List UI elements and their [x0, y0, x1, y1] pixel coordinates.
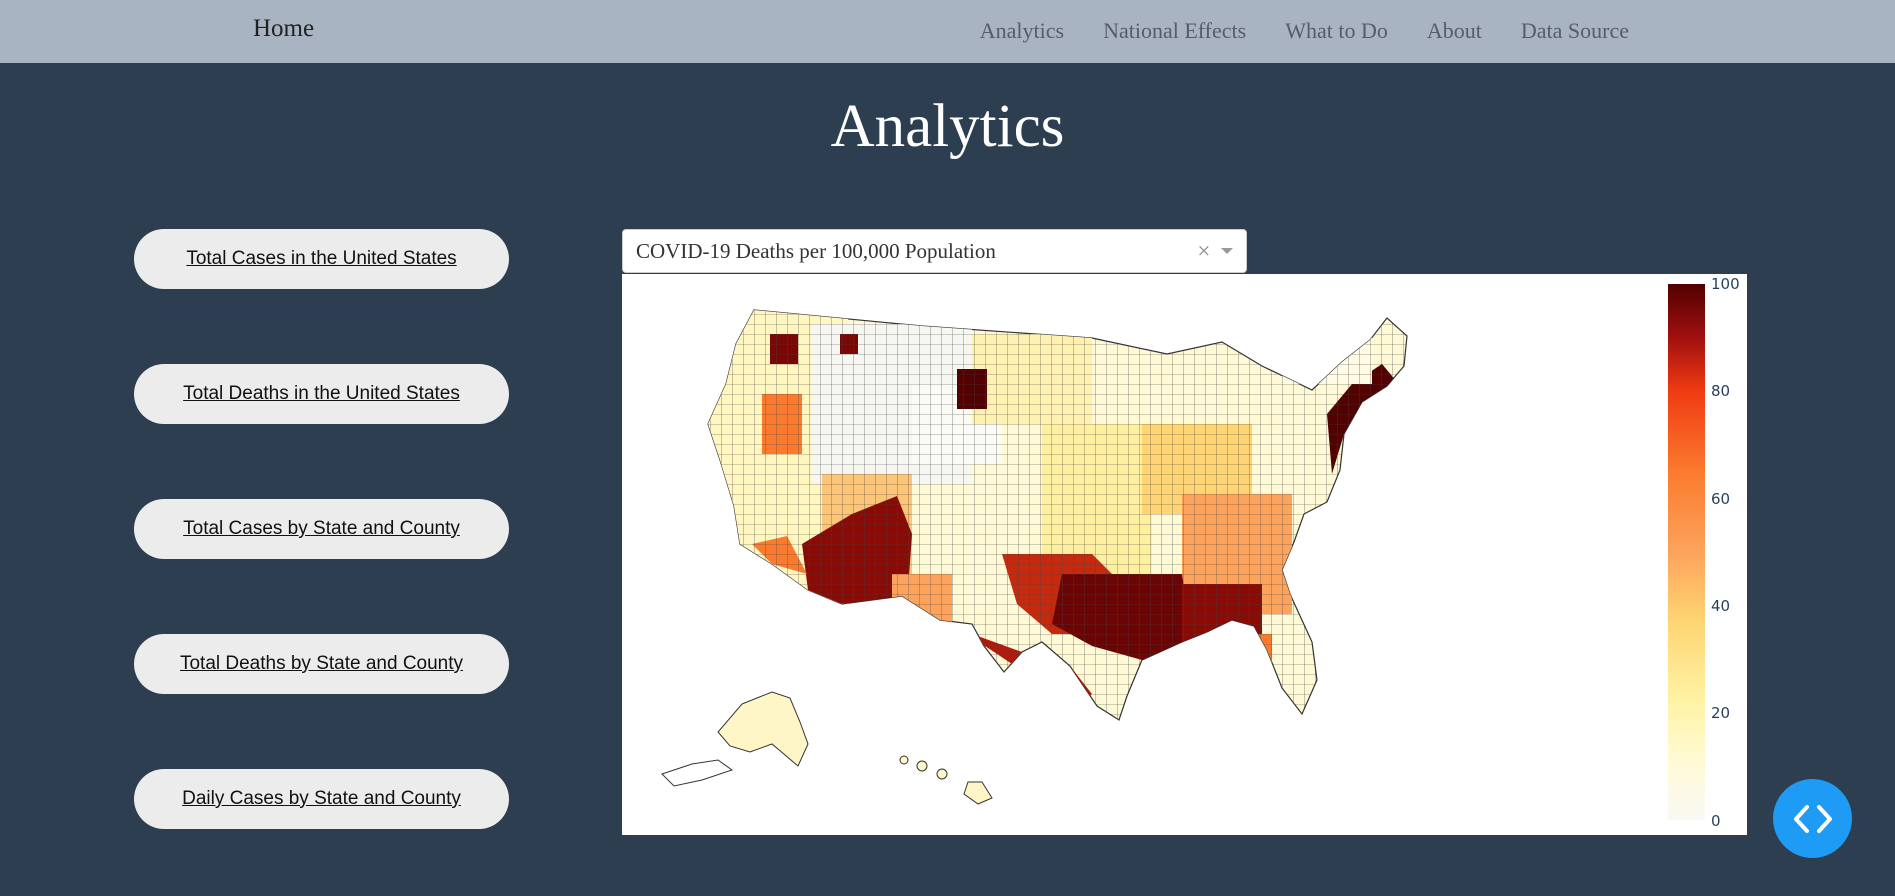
total-cases-us-link[interactable]: Total Cases in the United States	[186, 248, 456, 270]
clear-icon[interactable]: ×	[1197, 241, 1211, 261]
total-deaths-us-link[interactable]: Total Deaths in the United States	[183, 383, 460, 405]
nav-link-what-to-do[interactable]: What to Do	[1285, 18, 1388, 44]
hawaii-shape	[899, 755, 993, 805]
alaska-shape	[717, 691, 809, 767]
total-deaths-us-button[interactable]: Total Deaths in the United States	[134, 364, 509, 424]
colorbar-tick-80: 80	[1711, 382, 1731, 400]
choropleth-map-panel[interactable]: 100 80 60 40 20 0	[622, 274, 1747, 835]
colorbar-tick-0: 0	[1711, 812, 1721, 830]
total-cases-us-button[interactable]: Total Cases in the United States	[134, 229, 509, 289]
page-title: Analytics	[830, 93, 1065, 160]
code-brackets-icon	[1793, 804, 1832, 833]
nav-link-national-effects[interactable]: National Effects	[1103, 18, 1246, 44]
top-navbar: Home Analytics National Effects What to …	[0, 0, 1895, 63]
colorbar-tick-20: 20	[1711, 704, 1731, 722]
colorbar	[1668, 284, 1705, 820]
us-county-map[interactable]	[622, 274, 1747, 835]
dropdown-selected-value: COVID-19 Deaths per 100,000 Population	[636, 238, 996, 263]
code-toggle-button[interactable]	[1773, 779, 1852, 858]
total-deaths-state-county-link[interactable]: Total Deaths by State and County	[180, 653, 463, 675]
total-cases-state-county-button[interactable]: Total Cases by State and County	[134, 499, 509, 559]
total-cases-state-county-link[interactable]: Total Cases by State and County	[183, 518, 460, 540]
colorbar-tick-60: 60	[1711, 490, 1731, 508]
metric-dropdown[interactable]: COVID-19 Deaths per 100,000 Population ×	[622, 229, 1247, 273]
total-deaths-state-county-button[interactable]: Total Deaths by State and County	[134, 634, 509, 694]
daily-cases-state-county-button[interactable]: Daily Cases by State and County	[134, 769, 509, 829]
colorbar-tick-40: 40	[1711, 597, 1731, 615]
nav-links: Analytics National Effects What to Do Ab…	[980, 18, 1629, 44]
nav-link-data-source[interactable]: Data Source	[1521, 18, 1629, 44]
nav-home-link[interactable]: Home	[253, 15, 314, 43]
nav-link-about[interactable]: About	[1427, 18, 1482, 44]
colorbar-tick-100: 100	[1711, 275, 1740, 293]
nav-link-analytics[interactable]: Analytics	[980, 18, 1064, 44]
daily-cases-state-county-link[interactable]: Daily Cases by State and County	[182, 788, 461, 810]
chevron-down-icon[interactable]	[1221, 248, 1233, 254]
